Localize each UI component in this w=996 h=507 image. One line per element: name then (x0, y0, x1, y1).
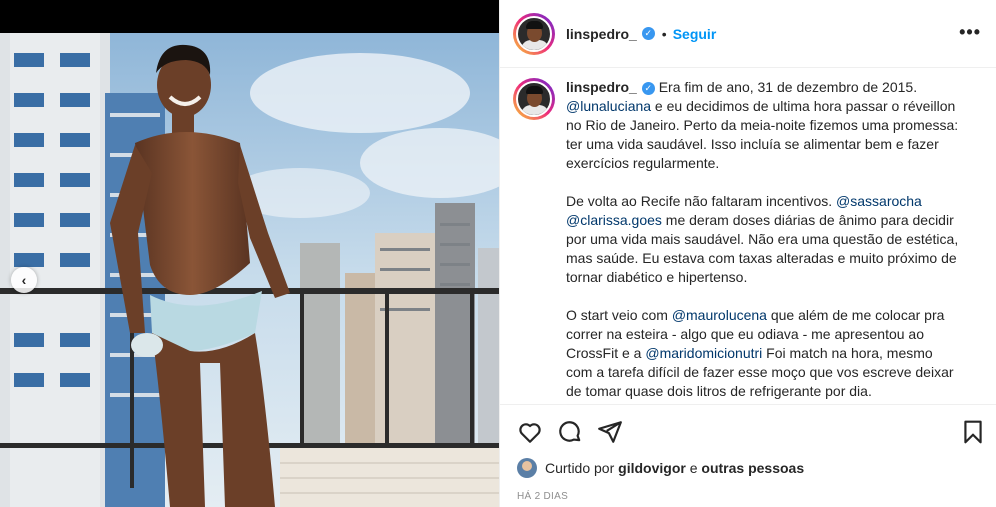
post-timestamp[interactable]: HÁ 2 DIAS (517, 491, 568, 502)
post-media: ‹ (0, 0, 499, 507)
header-username[interactable]: linspedro_ (566, 26, 637, 42)
likes-others-link[interactable]: outras pessoas (701, 460, 804, 476)
mention-link[interactable]: @sassarocha (836, 193, 922, 209)
liker-username[interactable]: gildovigor (618, 460, 686, 476)
post-photo[interactable] (0, 33, 499, 507)
bookmark-icon[interactable] (960, 419, 986, 445)
caption-text-segment: Era fim de ano, 31 de dezembro de 2015. (658, 79, 918, 95)
action-bar (500, 404, 996, 454)
liker-avatar[interactable] (517, 458, 537, 478)
verified-badge-icon: ✓ (641, 27, 655, 40)
caption-paragraph-2: De volta ao Recife não faltaram incentiv… (566, 192, 960, 287)
caption-text: linspedro_ ✓ Era fim de ano, 31 de dezemb… (566, 78, 960, 404)
post-panel: linspedro_ ✓ • Seguir ••• linspedro_ ✓ Er… (499, 0, 996, 507)
mention-link[interactable]: @lunaluciana (566, 98, 651, 114)
chevron-left-icon: ‹ (21, 272, 27, 288)
caption-text-segment: O start veio com (566, 307, 672, 323)
mention-link[interactable]: @clarissa.goes (566, 212, 662, 228)
heart-icon[interactable] (517, 419, 543, 445)
photo-illustration (0, 33, 499, 507)
separator-dot: • (661, 25, 667, 42)
caption-avatar[interactable] (513, 78, 555, 120)
ellipsis-icon[interactable]: ••• (959, 22, 981, 43)
send-icon[interactable] (597, 419, 623, 445)
carousel-prev-button[interactable]: ‹ (11, 267, 37, 293)
comment-icon[interactable] (557, 419, 583, 445)
caption-area: linspedro_ ✓ Era fim de ano, 31 de dezemb… (500, 69, 996, 404)
mention-link[interactable]: @maridomicionutri (645, 345, 762, 361)
likes-summary: Curtido por gildovigor e outras pessoas (517, 458, 804, 478)
mention-link[interactable]: @maurolucena (672, 307, 767, 323)
caption-avatar-image (516, 81, 552, 117)
follow-button[interactable]: Seguir (673, 26, 717, 42)
likes-prefix: Curtido por (545, 460, 615, 476)
avatar[interactable] (513, 12, 555, 55)
avatar-image (516, 15, 552, 52)
caption-paragraph-3: O start veio com @maurolucena que além d… (566, 306, 960, 401)
caption-username[interactable]: linspedro_ (566, 79, 637, 95)
verified-badge-icon: ✓ (641, 81, 655, 95)
likes-conjunction: e (689, 460, 698, 476)
post-header: linspedro_ ✓ • Seguir ••• (500, 0, 996, 68)
media-top-bar (0, 0, 499, 33)
caption-text-segment: De volta ao Recife não faltaram incentiv… (566, 193, 837, 209)
caption-paragraph-1: linspedro_ ✓ Era fim de ano, 31 de dezemb… (566, 78, 960, 173)
